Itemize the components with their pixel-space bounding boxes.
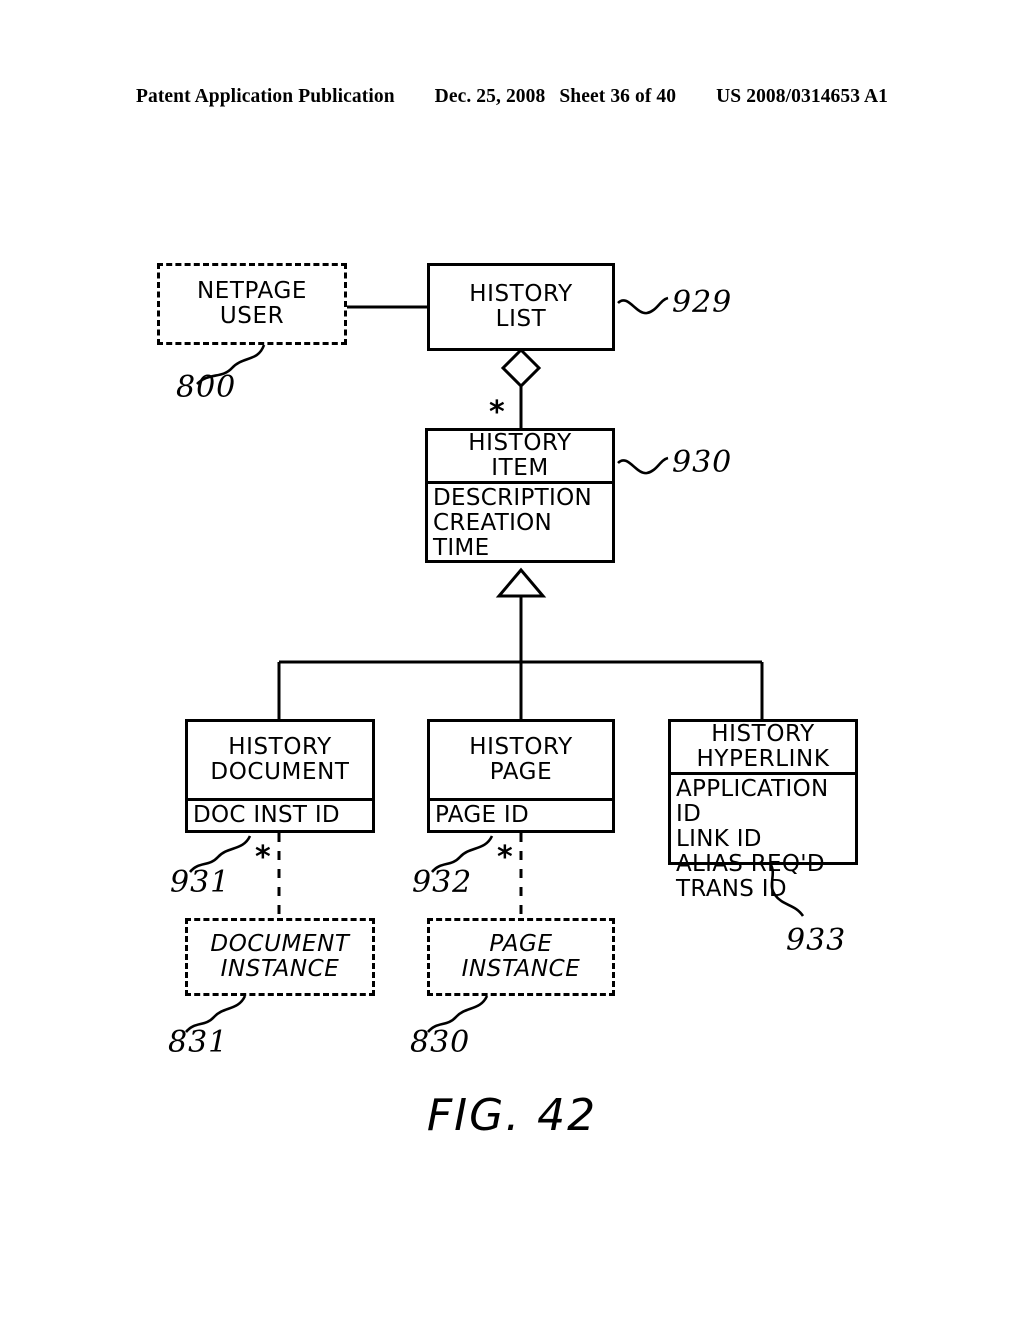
- reference-numeral-931: 931: [170, 865, 231, 900]
- class-box-history-document[interactable]: HISTORY DOCUMENT DOC INST ID: [185, 719, 375, 833]
- class-box-page-instance[interactable]: PAGE INSTANCE: [427, 918, 615, 996]
- class-attributes-history-hyperlink: APPLICATION ID LINK ID ALIAS REQ'D TRANS…: [671, 772, 855, 904]
- class-title-document-instance: DOCUMENT INSTANCE: [210, 931, 350, 982]
- reference-numeral-929: 929: [672, 285, 733, 320]
- leader-line-929: [617, 296, 669, 315]
- class-box-history-hyperlink[interactable]: HISTORY HYPERLINK APPLICATION ID LINK ID…: [668, 719, 858, 902]
- class-title-history-hyperlink: HISTORY HYPERLINK: [696, 721, 830, 772]
- class-attributes-history-item: DESCRIPTION CREATION TIME: [428, 481, 612, 563]
- leader-line-930: [617, 456, 669, 475]
- class-title-history-list: HISTORY LIST: [469, 281, 573, 332]
- class-title-history-page: HISTORY PAGE: [469, 734, 573, 785]
- class-title-page-instance: PAGE INSTANCE: [461, 931, 581, 982]
- class-box-history-item[interactable]: HISTORY ITEM DESCRIPTION CREATION TIME: [425, 428, 615, 563]
- reference-numeral-932: 932: [412, 865, 473, 900]
- class-box-document-instance[interactable]: DOCUMENT INSTANCE: [185, 918, 375, 996]
- reference-numeral-933: 933: [786, 923, 847, 958]
- class-attributes-history-document: DOC INST ID: [188, 798, 372, 830]
- reference-numeral-800: 800: [176, 370, 237, 405]
- class-title-netpage-user: NETPAGE USER: [196, 278, 308, 329]
- multiplicity-star-history-document: *: [255, 840, 271, 875]
- class-title-history-document: HISTORY DOCUMENT: [210, 734, 350, 785]
- multiplicity-star-history-page: *: [497, 840, 513, 875]
- reference-numeral-930: 930: [672, 445, 733, 480]
- generalization-triangle-icon: [495, 567, 547, 598]
- class-title-history-item: HISTORY ITEM: [468, 430, 572, 481]
- class-box-history-list[interactable]: HISTORY LIST: [427, 263, 615, 351]
- reference-numeral-830: 830: [410, 1025, 471, 1060]
- class-box-netpage-user[interactable]: NETPAGE USER: [157, 263, 347, 345]
- multiplicity-star-history-item: *: [489, 395, 505, 430]
- class-attributes-history-page: PAGE ID: [430, 798, 612, 830]
- reference-numeral-831: 831: [168, 1025, 229, 1060]
- class-box-history-page[interactable]: HISTORY PAGE PAGE ID: [427, 719, 615, 833]
- figure-caption: FIG. 42: [426, 1090, 598, 1141]
- aggregation-diamond-icon: [500, 347, 542, 389]
